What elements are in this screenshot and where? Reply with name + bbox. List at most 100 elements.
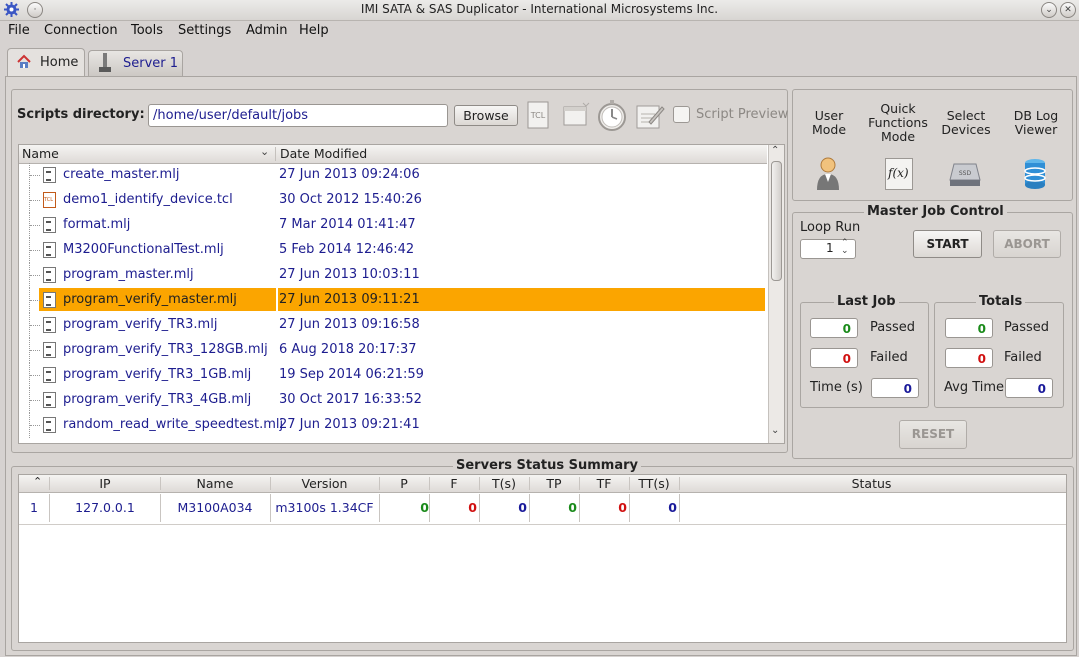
loop-run-label: Loop Run: [800, 220, 861, 235]
scrollbar-thumb[interactable]: [771, 161, 782, 281]
list-item[interactable]: create_master.mlj 27 Jun 2013 09:24:06: [19, 163, 767, 188]
title-bar: · IMI SATA & SAS Duplicator - Internatio…: [0, 0, 1079, 21]
menu-connection[interactable]: Connection: [44, 23, 118, 38]
menu-admin[interactable]: Admin: [246, 23, 287, 38]
list-item[interactable]: program_verify_TR3_128GB.mlj 6 Aug 2018 2…: [19, 338, 767, 363]
menu-settings[interactable]: Settings: [178, 23, 231, 38]
last-job-passed-field: 0: [810, 318, 858, 338]
user-mode-button[interactable]: [813, 156, 843, 190]
file-name: program_verify_TR3.mlj: [63, 317, 218, 332]
table-row[interactable]: 1 127.0.0.1 M3100A034 m3100s 1.34CF 0 0 …: [19, 492, 1066, 525]
timer-icon[interactable]: [596, 99, 629, 132]
list-item[interactable]: program_verify_TR3_1GB.mlj 19 Sep 2014 06…: [19, 363, 767, 388]
file-date: 7 Mar 2014 01:41:47: [279, 217, 416, 232]
list-item[interactable]: random_read_write_speedtest.mlj 27 Jun 20…: [19, 413, 767, 438]
file-date: 27 Jun 2013 09:24:06: [279, 167, 420, 182]
tree-branch: [30, 400, 40, 401]
col-p[interactable]: P: [379, 476, 429, 491]
file-name: random_read_write_speedtest.mlj: [63, 417, 284, 432]
col-f[interactable]: F: [429, 476, 479, 491]
last-job-time-label: Time (s): [810, 380, 863, 395]
script-file-icon: [43, 167, 56, 183]
spin-down-icon[interactable]: ⌄: [841, 246, 849, 256]
list-item[interactable]: program_verify_TR3.mlj 27 Jun 2013 09:16:…: [19, 313, 767, 338]
db-log-viewer-button[interactable]: [1023, 158, 1047, 190]
col-t[interactable]: T(s): [479, 476, 529, 491]
col-tp[interactable]: TP: [529, 476, 579, 491]
db-log-viewer-label: DB Log Viewer: [1013, 108, 1059, 137]
list-item[interactable]: M3200FunctionalTest.mlj 5 Feb 2014 12:46:…: [19, 238, 767, 263]
reset-button[interactable]: RESET: [899, 420, 967, 449]
tree-branch: [30, 425, 40, 426]
file-date: 27 Jun 2013 09:11:21: [279, 292, 420, 307]
totals-avg-time-label: Avg Time: [944, 380, 1005, 395]
list-item[interactable]: program_master.mlj 27 Jun 2013 10:03:11: [19, 263, 767, 288]
menu-help[interactable]: Help: [299, 23, 329, 38]
col-version[interactable]: Version: [270, 476, 379, 491]
sort-up-icon[interactable]: ⌃: [33, 475, 42, 488]
row-f: 0: [468, 500, 477, 515]
loop-run-spinner[interactable]: 1 ⌃ ⌄: [800, 238, 856, 259]
column-header-date-modified[interactable]: Date Modified: [280, 146, 367, 161]
menu-tools[interactable]: Tools: [131, 23, 163, 38]
tab-server-1[interactable]: Server 1: [88, 50, 183, 77]
servers-status-table: ⌃ IP Name Version P F T(s) TP TF TT(s) S…: [18, 474, 1067, 643]
col-tt[interactable]: TT(s): [629, 476, 679, 491]
file-date: 30 Oct 2017 16:33:52: [279, 392, 422, 407]
row-t: 0: [518, 500, 527, 515]
svg-text:TCL: TCL: [530, 111, 546, 120]
column-header-name[interactable]: Name: [22, 146, 59, 161]
col-status[interactable]: Status: [679, 476, 1064, 491]
script-preview-checkbox[interactable]: [673, 106, 690, 123]
chevron-down-icon[interactable]: ⌄: [260, 145, 269, 158]
window-title: IMI SATA & SAS Duplicator - Internationa…: [360, 2, 719, 16]
file-date: 19 Sep 2014 06:21:59: [279, 367, 424, 382]
close-button[interactable]: ✕: [1060, 2, 1076, 18]
last-job-time-field: 0: [871, 378, 919, 398]
minimize-button[interactable]: ⌄: [1041, 2, 1057, 18]
list-item[interactable]: demo1_identify_device.tcl 30 Oct 2012 15:…: [19, 188, 767, 213]
tree-branch: [30, 350, 40, 351]
tcl-script-icon[interactable]: TCL: [525, 101, 551, 129]
script-file-icon: [43, 367, 56, 383]
col-name[interactable]: Name: [160, 476, 270, 491]
file-name: program_verify_TR3_4GB.mlj: [63, 392, 252, 407]
select-devices-button[interactable]: SSD: [948, 160, 982, 188]
totals-title: Totals: [976, 294, 1026, 309]
browse-button[interactable]: Browse: [454, 105, 518, 126]
tree-branch: [30, 275, 40, 276]
tab-home[interactable]: Home: [7, 48, 85, 77]
list-item[interactable]: program_verify_master.mlj 27 Jun 2013 09:…: [19, 288, 767, 313]
col-tf[interactable]: TF: [579, 476, 629, 491]
abort-button[interactable]: ABORT: [993, 230, 1061, 258]
drive-icon: SSD: [948, 163, 982, 192]
last-job-failed-label: Failed: [870, 350, 908, 365]
scroll-up-icon[interactable]: ⌃: [771, 145, 779, 156]
row-name: M3100A034: [177, 500, 253, 515]
totals-failed-field: 0: [945, 348, 993, 368]
quick-functions-button[interactable]: f(x): [885, 158, 913, 190]
tab-home-label: Home: [40, 55, 79, 70]
file-list-header: Name ⌄ Date Modified: [19, 145, 767, 164]
tree-branch: [30, 225, 40, 226]
script-file-icon: [43, 342, 56, 358]
menu-file[interactable]: File: [8, 23, 30, 38]
user-mode-label: User Mode: [811, 108, 847, 137]
file-date: 5 Feb 2014 12:46:42: [279, 242, 415, 257]
file-date: 6 Aug 2018 20:17:37: [279, 342, 417, 357]
file-date: 27 Jun 2013 09:21:41: [279, 417, 420, 432]
scripts-directory-input[interactable]: /home/user/default/jobs: [148, 104, 448, 127]
scripts-directory-label: Scripts directory:: [17, 107, 145, 122]
start-button[interactable]: START: [913, 230, 982, 258]
scroll-down-icon[interactable]: ⌄: [771, 425, 779, 436]
tree-branch: [30, 175, 40, 176]
database-icon: [1023, 159, 1047, 194]
file-list-scrollbar[interactable]: ⌃ ⌄: [768, 145, 784, 443]
list-item[interactable]: format.mlj 7 Mar 2014 01:41:47: [19, 213, 767, 238]
edit-script-icon[interactable]: [635, 102, 665, 130]
file-name: program_verify_TR3_128GB.mlj: [63, 342, 268, 357]
list-item[interactable]: program_verify_TR3_4GB.mlj 30 Oct 2017 16…: [19, 388, 767, 413]
new-window-icon[interactable]: [562, 102, 590, 128]
col-ip[interactable]: IP: [50, 476, 160, 491]
last-job-passed-label: Passed: [870, 320, 916, 335]
